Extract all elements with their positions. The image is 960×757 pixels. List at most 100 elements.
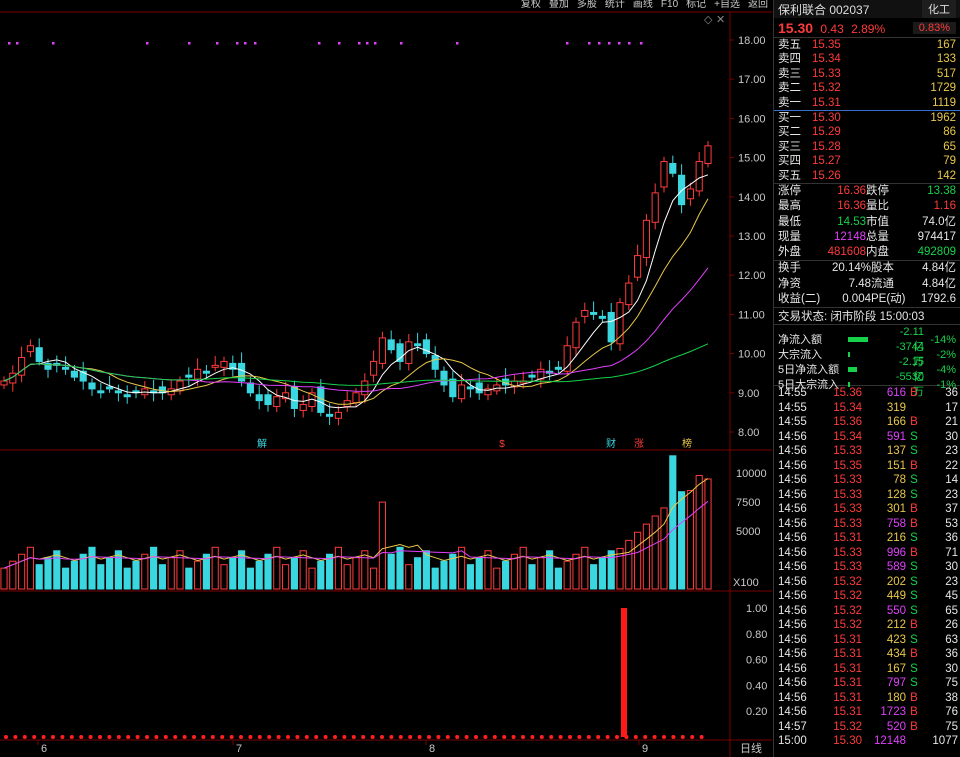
- tick-time: 14:56: [778, 677, 807, 690]
- toolbar-button-6[interactable]: 标记: [686, 0, 706, 11]
- kline-chart[interactable]: 18.00 17.00 16.00 15.00 14.00 13.00 12.00 11.00…: [0, 0, 772, 757]
- toolbar-button-5[interactable]: F10: [661, 0, 678, 11]
- tick-time: 14:57: [778, 720, 807, 733]
- volume-bar: [651, 515, 659, 590]
- tick-row: 14:55 15.36 166 B 21: [774, 415, 960, 430]
- volume-bar: [554, 567, 562, 590]
- tick-time: 14:56: [778, 430, 807, 443]
- volume-bar: [123, 567, 131, 590]
- bids-row: 买三 15.28 65: [774, 140, 960, 154]
- indicator-dot: [88, 735, 93, 739]
- tick-count: 30: [945, 662, 958, 675]
- indicator-dot: [248, 735, 253, 739]
- volume-bar: [0, 567, 8, 590]
- tick-volume: 996: [886, 546, 906, 559]
- volume-bar: [194, 560, 202, 590]
- toolbar-button-2[interactable]: 多股: [577, 0, 597, 11]
- sector-badge[interactable]: 化工: [922, 0, 956, 18]
- indicator-dot: [32, 735, 37, 739]
- event-marker[interactable]: $: [499, 439, 505, 450]
- event-marker[interactable]: 涨: [634, 438, 644, 450]
- tick-count: 45: [945, 590, 958, 603]
- candle-body: [414, 343, 422, 347]
- asks-price: 15.35: [812, 39, 841, 51]
- tick-volume: 212: [886, 619, 906, 632]
- indicator-dot: [267, 735, 272, 739]
- tick-volume: 167: [886, 662, 906, 675]
- bids-row: 买一 15.30 1962: [774, 111, 960, 125]
- candle-body: [326, 413, 334, 417]
- volume-bar: [106, 557, 114, 590]
- tick-side: S: [910, 677, 918, 690]
- indicator-dot: [342, 735, 347, 739]
- stat-label: 量比: [866, 200, 889, 213]
- stat-label: 现量: [778, 230, 801, 243]
- toolbar-button-1[interactable]: 叠加: [549, 0, 569, 11]
- flow-label: 净流入额: [778, 333, 822, 346]
- tick-time: 14:56: [778, 691, 807, 704]
- price-axis-label: 18.00: [738, 35, 766, 47]
- volume-bar: [563, 560, 571, 590]
- signal-dot: [52, 42, 55, 45]
- volume-bar: [141, 553, 149, 590]
- indicator-dot: [351, 735, 356, 739]
- tick-side: S: [910, 430, 918, 443]
- period-label[interactable]: 日线: [740, 741, 762, 755]
- signal-dot: [598, 42, 601, 45]
- tick-count: 63: [945, 633, 958, 646]
- tick-count: 65: [945, 604, 958, 617]
- indicator-dot: [276, 735, 281, 739]
- stat-value: 13.38: [927, 184, 956, 197]
- date-axis-label: 6: [41, 743, 47, 755]
- tick-count: 21: [945, 416, 958, 429]
- indicator-dot: [163, 735, 168, 739]
- indicator-dot: [417, 735, 422, 739]
- toolbar-button-0[interactable]: 复权: [521, 0, 541, 11]
- close-icon[interactable]: ✕: [716, 14, 725, 26]
- event-marker[interactable]: 榜: [682, 437, 692, 450]
- tick-side: B: [910, 691, 918, 704]
- tick-volume: 449: [886, 590, 906, 603]
- event-marker[interactable]: 解: [257, 437, 267, 450]
- indicator-dot: [680, 735, 685, 739]
- tick-volume: 434: [886, 648, 906, 661]
- toolbar-button-3[interactable]: 统计: [605, 0, 625, 11]
- indicator-dot: [333, 735, 337, 739]
- stat-label: 换手: [778, 262, 801, 275]
- stat-value: 481608: [827, 246, 866, 259]
- toolbar-button-4[interactable]: 画线: [633, 0, 653, 11]
- volume-bar: [246, 567, 254, 590]
- tick-side: S: [910, 532, 918, 545]
- toolbar-button-7[interactable]: +自选: [714, 0, 740, 11]
- event-marker[interactable]: 财: [606, 437, 616, 450]
- tick-list[interactable]: 14:55 15.36 616 B 36 14:55 15.34 319 17 14:55 15.3…: [774, 386, 960, 749]
- asks-price: 15.32: [812, 82, 841, 95]
- stock-header: 保利联合 002037 化工: [774, 0, 960, 18]
- volume-ma5-line: [3, 478, 709, 569]
- diamond-icon[interactable]: ◇: [704, 14, 713, 26]
- tick-volume: 423: [886, 633, 906, 646]
- toolbar-button-8[interactable]: 返回: [748, 0, 768, 11]
- volume-bar: [528, 564, 536, 590]
- candle-body: [387, 339, 395, 351]
- candle-body: [62, 366, 70, 370]
- indicator-dot: [173, 735, 178, 739]
- tick-time: 14:56: [778, 503, 807, 516]
- tick-row: 14:56 15.32 550 S 65: [774, 604, 960, 619]
- indicator-dot: [22, 735, 27, 739]
- bids-row: 买二 15.29 86: [774, 125, 960, 139]
- candle-body: [370, 360, 378, 376]
- tick-side: [906, 734, 922, 749]
- indicator-axis-label: 0.40: [746, 680, 767, 692]
- tick-row: 14:56 15.31 797 S 75: [774, 676, 960, 691]
- tick-count: 23: [945, 575, 958, 588]
- stat-label: PE(动): [871, 292, 906, 305]
- indicator-dot: [389, 735, 394, 739]
- bid-book: 买一 15.30 1962 买二 15.29 86 买三 15.28 65 买四 15.27 79 买五…: [774, 111, 960, 183]
- tick-volume: 202: [886, 575, 906, 588]
- candle-body: [651, 192, 659, 223]
- tick-row: 14:56 15.31 216 S 36: [774, 531, 960, 546]
- tick-volume: 78: [893, 474, 906, 487]
- chart-area[interactable]: 18.00 17.00 16.00 15.00 14.00 13.00 12.00 11.00…: [0, 0, 772, 757]
- stats-block-1: 涨停 16.36 跌停 13.38 最高 16.36 量比 1.16 最低 14.53 市值 74.0…: [774, 182, 960, 260]
